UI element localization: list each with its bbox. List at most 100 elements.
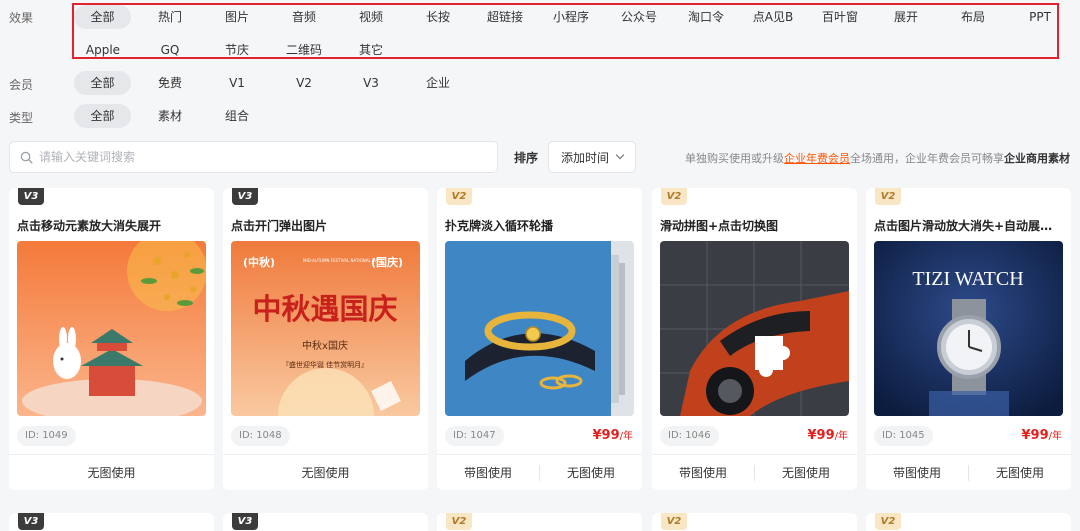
card-actions: 无图使用 xyxy=(223,454,428,490)
level-badge: V3 xyxy=(18,513,44,530)
member-chip-v1[interactable]: V1 xyxy=(212,71,262,95)
search-icon xyxy=(20,151,33,164)
member-chip-v3[interactable]: V3 xyxy=(346,71,396,95)
use-with-image-button[interactable]: 带图使用 xyxy=(652,464,754,481)
effect-chip-ppt[interactable]: PPT xyxy=(1015,5,1065,29)
effect-chip-official-account[interactable]: 公众号 xyxy=(612,5,666,29)
thumb-text-mid-autumn: (中秋) xyxy=(243,255,275,269)
price-unit: /年 xyxy=(834,431,848,442)
effect-chip-gq[interactable]: GQ xyxy=(145,38,195,62)
type-chip-combo[interactable]: 组合 xyxy=(212,104,262,128)
card-title: 点击开门弹出图片 xyxy=(231,219,328,233)
template-card[interactable]: V3 xyxy=(223,513,428,531)
type-chip-material[interactable]: 素材 xyxy=(145,104,195,128)
sort-value: 添加时间 xyxy=(561,150,610,165)
effect-chip-miniprogram[interactable]: 小程序 xyxy=(543,5,599,29)
use-without-image-button[interactable]: 无图使用 xyxy=(9,464,214,481)
level-badge: V2 xyxy=(446,188,472,205)
use-without-image-button[interactable]: 无图使用 xyxy=(223,464,428,481)
price: ¥99/年 xyxy=(592,427,633,443)
notice-prefix: 单独购买使用或升级 xyxy=(685,152,784,165)
price: ¥99/年 xyxy=(807,427,848,443)
level-badge: V3 xyxy=(232,188,258,205)
template-card[interactable]: V3 点击开门弹出图片 (中秋) (国庆) MID-AUTUMN FESTIVA… xyxy=(223,188,428,490)
card-thumbnail[interactable] xyxy=(17,241,206,416)
level-badge: V3 xyxy=(18,188,44,205)
card-thumbnail[interactable]: (中秋) (国庆) MID-AUTUMN FESTIVAL NATIONAL D… xyxy=(231,241,420,416)
effect-chip-expand[interactable]: 展开 xyxy=(881,5,931,29)
notice-middle: 全场通用，企业年费会员可畅享 xyxy=(850,152,1004,165)
template-card[interactable]: V2 点击图片滑动放大消失+自动展开[... TIZI WATCH ID: 10… xyxy=(866,188,1071,490)
effect-chip-qrcode[interactable]: 二维码 xyxy=(277,38,331,62)
use-with-image-button[interactable]: 带图使用 xyxy=(437,464,539,481)
effect-chip-hyperlink[interactable]: 超链接 xyxy=(477,5,533,29)
price-unit: /年 xyxy=(1048,431,1062,442)
effect-chip-a-see-b[interactable]: 点A见B xyxy=(745,5,801,29)
level-badge: V3 xyxy=(232,513,258,530)
effect-chip-other[interactable]: 其它 xyxy=(346,38,396,62)
thumb-text-sub: 中秋x国庆 xyxy=(302,339,348,352)
search-box[interactable] xyxy=(9,141,498,173)
effect-chip-blinds[interactable]: 百叶窗 xyxy=(812,5,868,29)
card-id: ID: 1048 xyxy=(231,426,290,446)
card-id: ID: 1049 xyxy=(17,426,76,446)
level-badge: V2 xyxy=(661,513,687,530)
notice-bold: 企业商用素材 xyxy=(1004,152,1070,165)
member-chip-v2[interactable]: V2 xyxy=(279,71,329,95)
effect-chip-hot[interactable]: 热门 xyxy=(145,5,195,29)
card-actions: 带图使用 无图使用 xyxy=(866,454,1071,490)
filter-label-member: 会员 xyxy=(9,78,34,92)
use-without-image-button[interactable]: 无图使用 xyxy=(540,464,642,481)
card-actions: 无图使用 xyxy=(9,454,214,490)
card-title: 扑克牌淡入循环轮播 xyxy=(445,219,554,233)
effect-chip-audio[interactable]: 音频 xyxy=(279,5,329,29)
card-title: 点击图片滑动放大消失+自动展开[... xyxy=(874,219,1064,233)
card-title: 滑动拼图+点击切换图 xyxy=(660,219,779,233)
card-actions: 带图使用 无图使用 xyxy=(652,454,857,490)
effect-chip-image[interactable]: 图片 xyxy=(212,5,262,29)
template-card[interactable]: V3 点击移动元素放大消失展开 ID: 1049 无图使用 xyxy=(9,188,214,490)
member-chip-all[interactable]: 全部 xyxy=(74,71,131,95)
card-id: ID: 1046 xyxy=(660,426,719,446)
level-badge: V2 xyxy=(446,513,472,530)
card-thumbnail[interactable] xyxy=(660,241,849,416)
template-card[interactable]: V3 xyxy=(9,513,214,531)
template-card[interactable]: V2 滑动拼图+点击切换图 ID: 1046 ¥99/年 带图使用 无图使用 xyxy=(652,188,857,490)
card-thumbnail[interactable] xyxy=(445,241,634,416)
level-badge: V2 xyxy=(875,188,901,205)
use-without-image-button[interactable]: 无图使用 xyxy=(969,464,1071,481)
card-id: ID: 1045 xyxy=(874,426,933,446)
effect-chip-longpress[interactable]: 长按 xyxy=(413,5,463,29)
effect-chip-taokouling[interactable]: 淘口令 xyxy=(678,5,734,29)
thumb-text-brand: TIZI WATCH xyxy=(912,268,1023,290)
price-amount: ¥99 xyxy=(592,428,620,443)
type-chip-all[interactable]: 全部 xyxy=(74,104,131,128)
effect-chip-all[interactable]: 全部 xyxy=(74,5,131,29)
member-chip-enterprise[interactable]: 企业 xyxy=(413,71,463,95)
price-amount: ¥99 xyxy=(1021,428,1049,443)
use-without-image-button[interactable]: 无图使用 xyxy=(755,464,857,481)
effect-chip-apple[interactable]: Apple xyxy=(78,38,128,62)
sort-select[interactable]: 添加时间 xyxy=(548,141,636,173)
effect-chip-layout[interactable]: 布局 xyxy=(948,5,998,29)
card-thumbnail[interactable]: TIZI WATCH xyxy=(874,241,1063,416)
search-input[interactable] xyxy=(39,150,479,164)
sort-label: 排序 xyxy=(514,151,539,165)
member-chip-free[interactable]: 免费 xyxy=(145,71,195,95)
effect-chip-festival[interactable]: 节庆 xyxy=(212,38,262,62)
enterprise-membership-link[interactable]: 企业年费会员 xyxy=(784,152,850,165)
thumb-text-festival-en: MID-AUTUMN FESTIVAL NATIONAL DAY xyxy=(303,258,380,263)
template-card[interactable]: V2 xyxy=(866,513,1071,531)
level-badge: V2 xyxy=(661,188,687,205)
filter-label-effect: 效果 xyxy=(9,11,34,25)
template-card[interactable]: V2 扑克牌淡入循环轮播 ID: 1047 ¥99/年 带图使用 无图使用 xyxy=(437,188,642,490)
use-with-image-button[interactable]: 带图使用 xyxy=(866,464,968,481)
thumb-text-headline: 中秋遇国庆 xyxy=(252,292,397,326)
chevron-down-icon xyxy=(615,150,625,160)
price-amount: ¥99 xyxy=(807,428,835,443)
card-id: ID: 1047 xyxy=(445,426,504,446)
template-card[interactable]: V2 xyxy=(652,513,857,531)
effect-chip-video[interactable]: 视频 xyxy=(346,5,396,29)
price: ¥99/年 xyxy=(1021,427,1062,443)
template-card[interactable]: V2 xyxy=(437,513,642,531)
